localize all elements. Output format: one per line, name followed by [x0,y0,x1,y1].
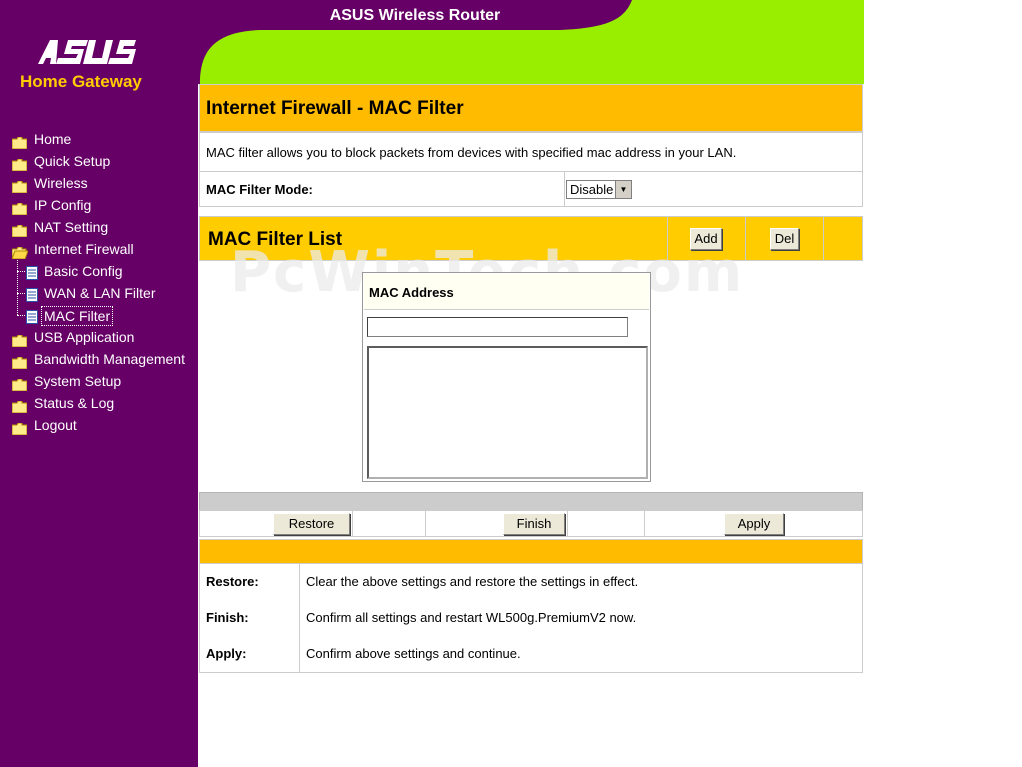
mac-address-input[interactable] [367,317,628,337]
filter-mode-value: Disable [570,182,614,197]
mac-address-column-header: MAC Address [364,274,649,310]
help-row-restore: Restore: Clear the above settings and re… [199,564,863,601]
sidebar-item-home[interactable]: Home [0,128,198,150]
sidebar-item-internet-firewall[interactable]: Internet Firewall [0,238,198,260]
action-button-row: Restore Finish Apply [199,510,863,537]
help-row-finish: Finish: Confirm all settings and restart… [199,600,863,637]
help-text: Confirm all settings and restart WL500g.… [306,610,637,625]
divider [425,511,426,536]
divider [352,511,353,536]
filter-mode-select[interactable]: Disable ▼ [566,180,632,199]
apply-button[interactable]: Apply [724,513,784,535]
folder-icon [11,419,28,441]
help-text: Clear the above settings and restore the… [306,574,639,589]
mac-address-listbox[interactable] [367,346,648,479]
page-title: Internet Firewall - MAC Filter [206,98,464,119]
sidebar-item-usb-application[interactable]: USB Application [0,326,198,348]
sidebar-item-wireless[interactable]: Wireless [0,172,198,194]
sidebar-item-logout[interactable]: Logout [0,414,198,436]
sidebar-item-bandwidth-management[interactable]: Bandwidth Management [0,348,198,370]
home-gateway-label: Home Gateway [20,72,142,91]
delete-button[interactable]: Del [770,228,799,250]
divider [299,564,300,600]
help-key: Finish: [206,610,249,625]
mac-address-header-label: MAC Address [369,285,454,300]
divider [567,511,568,536]
help-text: Confirm above settings and continue. [306,646,521,661]
sidebar-item-quick-setup[interactable]: Quick Setup [0,150,198,172]
description-text: MAC filter allows you to block packets f… [206,145,737,160]
sidebar-item-system-setup[interactable]: System Setup [0,370,198,392]
sidebar: Home Gateway Home Quick Setup Wireless I… [0,0,198,767]
sidebar-item-status-log[interactable]: Status & Log [0,392,198,414]
sidebar-item-nat-setting[interactable]: NAT Setting [0,216,198,238]
divider [745,217,746,260]
help-header-strip [199,539,863,564]
asus-logo [36,38,136,66]
help-row-apply: Apply: Confirm above settings and contin… [199,636,863,673]
sidebar-item-ip-config[interactable]: IP Config [0,194,198,216]
sidebar-item-wan-lan-filter[interactable]: WAN & LAN Filter [0,282,198,304]
divider [823,217,824,260]
separator-bar [199,492,863,511]
divider [564,172,565,206]
restore-button[interactable]: Restore [273,513,350,535]
finish-button[interactable]: Finish [503,513,565,535]
help-key: Restore: [206,574,259,589]
divider [644,511,645,536]
page-title-bar: Internet Firewall - MAC Filter [199,84,863,132]
divider [299,600,300,636]
filter-mode-row: MAC Filter Mode: Disable ▼ [199,171,863,207]
chevron-down-icon[interactable]: ▼ [615,181,631,198]
sidebar-item-mac-filter[interactable]: MAC Filter [0,304,198,326]
router-title: ASUS Wireless Router [329,7,501,24]
help-key: Apply: [206,646,247,661]
divider [299,636,300,672]
description-row: MAC filter allows you to block packets f… [199,132,863,172]
filter-mode-label: MAC Filter Mode: [206,182,313,197]
sidebar-item-basic-config[interactable]: Basic Config [0,260,198,282]
mac-address-panel: MAC Address [362,272,651,482]
asus-logo-icon [38,40,136,64]
sidebar-menu: Home Quick Setup Wireless IP Config NAT … [0,128,198,436]
